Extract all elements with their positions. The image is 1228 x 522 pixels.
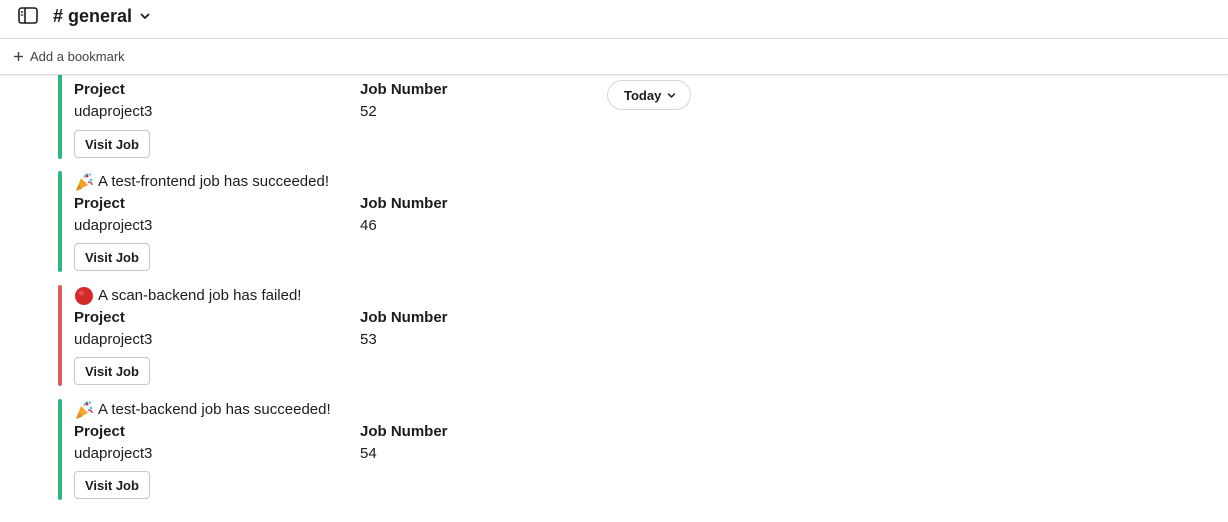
party-popper-icon [76, 401, 93, 419]
attachment-title-text: A scan-backend job has failed! [98, 287, 302, 304]
field-label: Job Number [360, 309, 448, 326]
date-divider-button[interactable]: Today [607, 80, 692, 110]
message-list[interactable]: Today Project Job Number udaproject3 52 … [0, 75, 1228, 522]
field-value: udaproject3 [74, 217, 153, 234]
party-popper-icon [76, 173, 93, 191]
chevron-down-icon [140, 13, 150, 19]
add-bookmark-label: Add a bookmark [30, 49, 125, 64]
field-value: 53 [360, 331, 377, 348]
red-circle-icon [75, 287, 93, 305]
channel-name-button[interactable]: # general [53, 4, 151, 28]
status-bar [58, 75, 62, 159]
field-value: 54 [360, 445, 377, 462]
field-value: udaproject3 [74, 103, 153, 120]
add-bookmark-button[interactable]: Add a bookmark [13, 49, 125, 64]
message-attachment: Project Job Number udaproject3 52 Visit … [58, 75, 618, 159]
field-label: Job Number [360, 81, 448, 98]
field-value: udaproject3 [74, 331, 153, 348]
chevron-down-icon [668, 92, 676, 98]
field-label: Project [74, 309, 125, 326]
status-bar [58, 171, 62, 272]
field-label: Job Number [360, 423, 448, 440]
status-bar [58, 399, 62, 500]
date-divider-label: Today [624, 87, 662, 103]
field-label: Project [74, 81, 125, 98]
attachment-title: A scan-backend job has failed! [74, 285, 301, 307]
field-label: Project [74, 195, 125, 212]
message-attachment: A scan-backend job has failed! Project J… [58, 285, 618, 386]
attachment-title: A test-backend job has succeeded! [74, 399, 331, 421]
visit-job-button[interactable]: Visit Job [74, 357, 150, 385]
channel-name: # general [53, 6, 133, 26]
sidebar-toggle-icon[interactable] [18, 7, 38, 24]
bookmarks-bar: Add a bookmark [0, 39, 1228, 75]
attachment-title: A test-frontend job has succeeded! [74, 171, 329, 193]
visit-job-button[interactable]: Visit Job [74, 471, 150, 499]
plus-icon [14, 52, 23, 61]
field-label: Job Number [360, 195, 448, 212]
status-bar [58, 285, 62, 386]
field-label: Project [74, 423, 125, 440]
attachment-title-text: A test-frontend job has succeeded! [98, 173, 329, 190]
attachment-title-text: A test-backend job has succeeded! [98, 401, 331, 418]
field-value: udaproject3 [74, 445, 153, 462]
channel-header: # general [0, 0, 1228, 39]
visit-job-button[interactable]: Visit Job [74, 130, 150, 158]
field-value: 52 [360, 103, 377, 120]
field-value: 46 [360, 217, 377, 234]
message-attachment: A test-backend job has succeeded! Projec… [58, 399, 618, 500]
visit-job-button[interactable]: Visit Job [74, 243, 150, 271]
message-attachment: A test-frontend job has succeeded! Proje… [58, 171, 618, 272]
